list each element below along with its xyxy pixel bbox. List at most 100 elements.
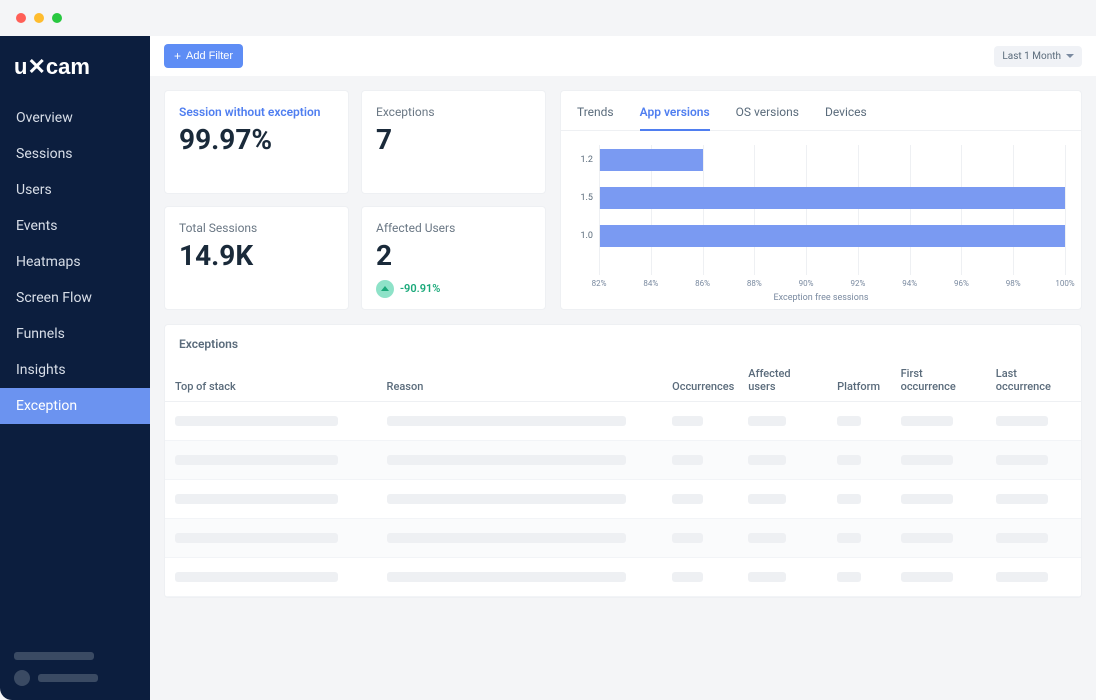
sidebar-item-heatmaps[interactable]: Heatmaps xyxy=(0,244,150,280)
x-tick-label: 98% xyxy=(1006,279,1021,288)
skeleton-placeholder xyxy=(387,455,626,465)
skeleton-placeholder xyxy=(748,533,786,543)
x-tick-label: 90% xyxy=(799,279,814,288)
card-exceptions[interactable]: Exceptions 7 xyxy=(361,90,546,194)
x-tick-label: 100% xyxy=(1055,279,1074,288)
bar-chart: 1.2 1.5 1.0 xyxy=(577,145,1065,275)
skeleton-placeholder xyxy=(837,533,861,543)
bar[interactable] xyxy=(600,187,1065,209)
sidebar-nav: OverviewSessionsUsersEventsHeatmapsScree… xyxy=(0,100,150,424)
window-minimize-dot[interactable] xyxy=(34,13,44,23)
th-first-occurrence[interactable]: First occurrence xyxy=(891,359,986,402)
window-close-dot[interactable] xyxy=(16,13,26,23)
skeleton-placeholder xyxy=(748,416,786,426)
table-row[interactable] xyxy=(165,480,1081,519)
x-tick-label: 92% xyxy=(850,279,865,288)
trend-up-icon xyxy=(376,280,394,298)
th-affected-users[interactable]: Affected users xyxy=(738,359,827,402)
add-filter-label: Add Filter xyxy=(186,50,233,62)
skeleton-placeholder xyxy=(672,494,703,504)
card-affected-users[interactable]: Affected Users 2 -90.91% xyxy=(361,206,546,310)
brand-logo: u✕cam xyxy=(0,36,150,100)
chevron-down-icon xyxy=(1066,54,1074,58)
sidebar-item-overview[interactable]: Overview xyxy=(0,100,150,136)
skeleton-placeholder xyxy=(901,494,954,504)
skeleton-placeholder xyxy=(387,533,626,543)
skeleton-placeholder xyxy=(901,572,954,582)
x-tick-label: 88% xyxy=(747,279,762,288)
sidebar-item-users[interactable]: Users xyxy=(0,172,150,208)
skeleton-placeholder xyxy=(387,416,626,426)
th-top-of-stack[interactable]: Top of stack xyxy=(165,359,377,402)
table-title: Exceptions xyxy=(165,325,1081,359)
add-filter-button[interactable]: + Add Filter xyxy=(164,44,243,68)
sidebar-item-funnels[interactable]: Funnels xyxy=(0,316,150,352)
skeleton-placeholder xyxy=(175,416,338,426)
trend-value: -90.91% xyxy=(400,282,440,295)
skeleton-placeholder xyxy=(748,494,786,504)
bar-row: 1.0 xyxy=(577,221,1065,251)
skeleton-placeholder xyxy=(996,455,1049,465)
table-row[interactable] xyxy=(165,558,1081,597)
th-reason[interactable]: Reason xyxy=(377,359,663,402)
tab-trends[interactable]: Trends xyxy=(577,101,614,130)
window-maximize-dot[interactable] xyxy=(52,13,62,23)
card-title: Exceptions xyxy=(376,105,531,119)
skeleton-placeholder xyxy=(672,455,703,465)
table-row[interactable] xyxy=(165,441,1081,480)
bar[interactable] xyxy=(600,149,703,171)
x-tick-label: 96% xyxy=(954,279,969,288)
table-row[interactable] xyxy=(165,402,1081,441)
exceptions-table: Top of stack Reason Occurrences Affected… xyxy=(165,359,1081,597)
bar-category-label: 1.0 xyxy=(577,231,599,241)
th-occurrences[interactable]: Occurrences xyxy=(662,359,738,402)
skeleton-placeholder xyxy=(996,416,1049,426)
bar-row: 1.5 xyxy=(577,183,1065,213)
skeleton-placeholder xyxy=(672,572,703,582)
skeleton-placeholder xyxy=(672,416,703,426)
bar-category-label: 1.2 xyxy=(577,155,599,165)
sidebar-item-sessions[interactable]: Sessions xyxy=(0,136,150,172)
table-row[interactable] xyxy=(165,519,1081,558)
tab-app-versions[interactable]: App versions xyxy=(640,101,710,131)
trend-indicator: -90.91% xyxy=(376,280,531,298)
th-platform[interactable]: Platform xyxy=(827,359,890,402)
main-content: + Add Filter Last 1 Month Session withou… xyxy=(150,36,1096,700)
placeholder-bar xyxy=(38,674,98,682)
card-title: Affected Users xyxy=(376,221,531,235)
tab-devices[interactable]: Devices xyxy=(825,101,867,130)
sidebar-item-events[interactable]: Events xyxy=(0,208,150,244)
x-tick-label: 82% xyxy=(592,279,607,288)
skeleton-placeholder xyxy=(837,455,861,465)
skeleton-placeholder xyxy=(901,416,954,426)
skeleton-placeholder xyxy=(901,455,954,465)
th-last-occurrence[interactable]: Last occurrence xyxy=(986,359,1081,402)
chart-x-axis: 82%84%86%88%90%92%94%96%98%100% xyxy=(599,279,1065,291)
skeleton-placeholder xyxy=(901,533,954,543)
avatar-placeholder xyxy=(14,670,30,686)
skeleton-placeholder xyxy=(175,455,338,465)
sidebar-item-insights[interactable]: Insights xyxy=(0,352,150,388)
skeleton-placeholder xyxy=(175,572,338,582)
card-title: Total Sessions xyxy=(179,221,334,235)
window-titlebar xyxy=(0,0,1096,36)
metric-cards: Session without exception 99.97% Excepti… xyxy=(164,90,546,310)
skeleton-placeholder xyxy=(748,572,786,582)
skeleton-placeholder xyxy=(387,494,626,504)
date-range-selector[interactable]: Last 1 Month xyxy=(994,46,1082,67)
skeleton-placeholder xyxy=(996,494,1049,504)
chart-panel: Trends App versions OS versions Devices 1.2… xyxy=(560,90,1082,310)
sidebar-item-exception[interactable]: Exception xyxy=(0,388,150,424)
chart-tabs: Trends App versions OS versions Devices xyxy=(561,91,1081,131)
card-session-without-exception[interactable]: Session without exception 99.97% xyxy=(164,90,349,194)
sidebar-item-screen-flow[interactable]: Screen Flow xyxy=(0,280,150,316)
skeleton-placeholder xyxy=(837,494,861,504)
plus-icon: + xyxy=(174,50,181,62)
card-total-sessions[interactable]: Total Sessions 14.9K xyxy=(164,206,349,310)
skeleton-placeholder xyxy=(748,455,786,465)
skeleton-placeholder xyxy=(672,533,703,543)
bar[interactable] xyxy=(600,225,1065,247)
tab-os-versions[interactable]: OS versions xyxy=(736,101,799,130)
card-value: 7 xyxy=(376,125,531,156)
bar-category-label: 1.5 xyxy=(577,193,599,203)
